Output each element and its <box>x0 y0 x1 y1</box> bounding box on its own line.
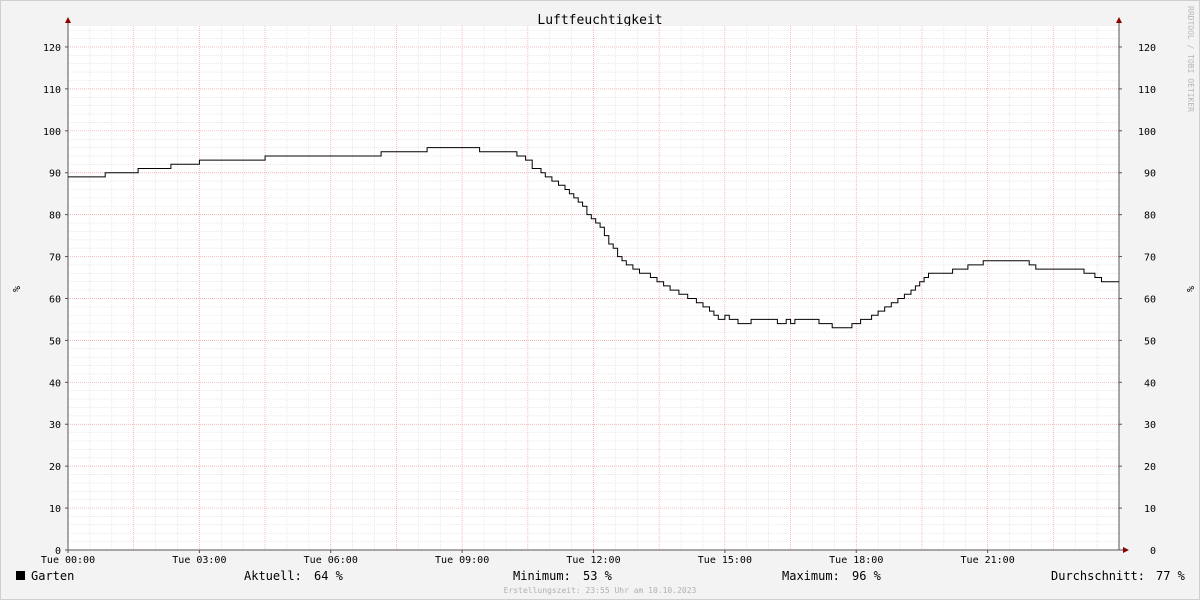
y-tick-label-left: 60 <box>49 294 61 305</box>
y-tick-label-right: 0 <box>1150 546 1156 557</box>
y-tick-label-left: 40 <box>49 378 61 389</box>
y-tick-label-right: 20 <box>1144 462 1156 473</box>
y-tick-label-left: 70 <box>49 253 61 264</box>
y-tick-label-left: 50 <box>49 336 61 347</box>
legend-series-name: Garten <box>31 569 74 583</box>
legend-max-label: Maximum: <box>782 569 840 583</box>
legend-min-value: 53 % <box>583 569 613 583</box>
y-tick-label-left: 120 <box>43 43 61 54</box>
chart-title: Luftfeuchtigkeit <box>537 13 662 28</box>
y-tick-label-right: 110 <box>1138 85 1156 96</box>
x-tick-label: Tue 09:00 <box>435 555 489 566</box>
y-tick-label-left: 100 <box>43 127 61 138</box>
x-tick-label: Tue 12:00 <box>566 555 620 566</box>
y-tick-label-left: 30 <box>49 420 61 431</box>
x-tick-label: Tue 06:00 <box>304 555 358 566</box>
y-tick-label-right: 50 <box>1144 336 1156 347</box>
y-tick-label-right: 30 <box>1144 420 1156 431</box>
y-axis-label-left: % <box>10 286 21 292</box>
y-tick-label-right: 40 <box>1144 378 1156 389</box>
watermark: RRDTOOL / TOBI OETIKER <box>1186 6 1195 112</box>
y-tick-label-right: 120 <box>1138 43 1156 54</box>
y-tick-label-right: 90 <box>1144 169 1156 180</box>
legend-avg-label: Durchschnitt: <box>1051 569 1145 583</box>
legend-current-label: Aktuell: <box>244 569 302 583</box>
chart-frame: Luftfeuchtigkeit RRDTOOL / TOBI OETIKER … <box>0 0 1200 600</box>
legend-min-label: Minimum: <box>513 569 571 583</box>
chart: Luftfeuchtigkeit RRDTOOL / TOBI OETIKER … <box>10 6 1195 595</box>
legend-avg-value: 77 % <box>1156 569 1186 583</box>
y-tick-label-right: 10 <box>1144 504 1156 515</box>
y-tick-label-right: 70 <box>1144 253 1156 264</box>
y-axis-left-arrow <box>65 17 71 23</box>
footer-timestamp: Erstellungszeit: 23:55 Uhr am 10.10.2023 <box>504 586 697 595</box>
y-tick-label-left: 80 <box>49 211 61 222</box>
y-tick-label-left: 10 <box>49 504 61 515</box>
y-axis-label-right: % <box>1184 286 1195 292</box>
legend-swatch <box>16 571 25 580</box>
y-tick-label-right: 60 <box>1144 294 1156 305</box>
y-tick-label-left: 110 <box>43 85 61 96</box>
x-tick-label: Tue 00:00 <box>41 555 95 566</box>
y-axis-right-arrow <box>1116 17 1122 23</box>
legend-max-value: 96 % <box>852 569 882 583</box>
y-tick-label-right: 100 <box>1138 127 1156 138</box>
y-tick-label-right: 80 <box>1144 211 1156 222</box>
x-tick-label: Tue 21:00 <box>961 555 1015 566</box>
x-tick-label: Tue 03:00 <box>172 555 226 566</box>
x-tick-label: Tue 18:00 <box>829 555 883 566</box>
x-tick-label: Tue 15:00 <box>698 555 752 566</box>
y-tick-label-left: 20 <box>49 462 61 473</box>
x-axis-arrow <box>1123 547 1129 553</box>
y-tick-label-left: 90 <box>49 169 61 180</box>
legend-current-value: 64 % <box>314 569 344 583</box>
